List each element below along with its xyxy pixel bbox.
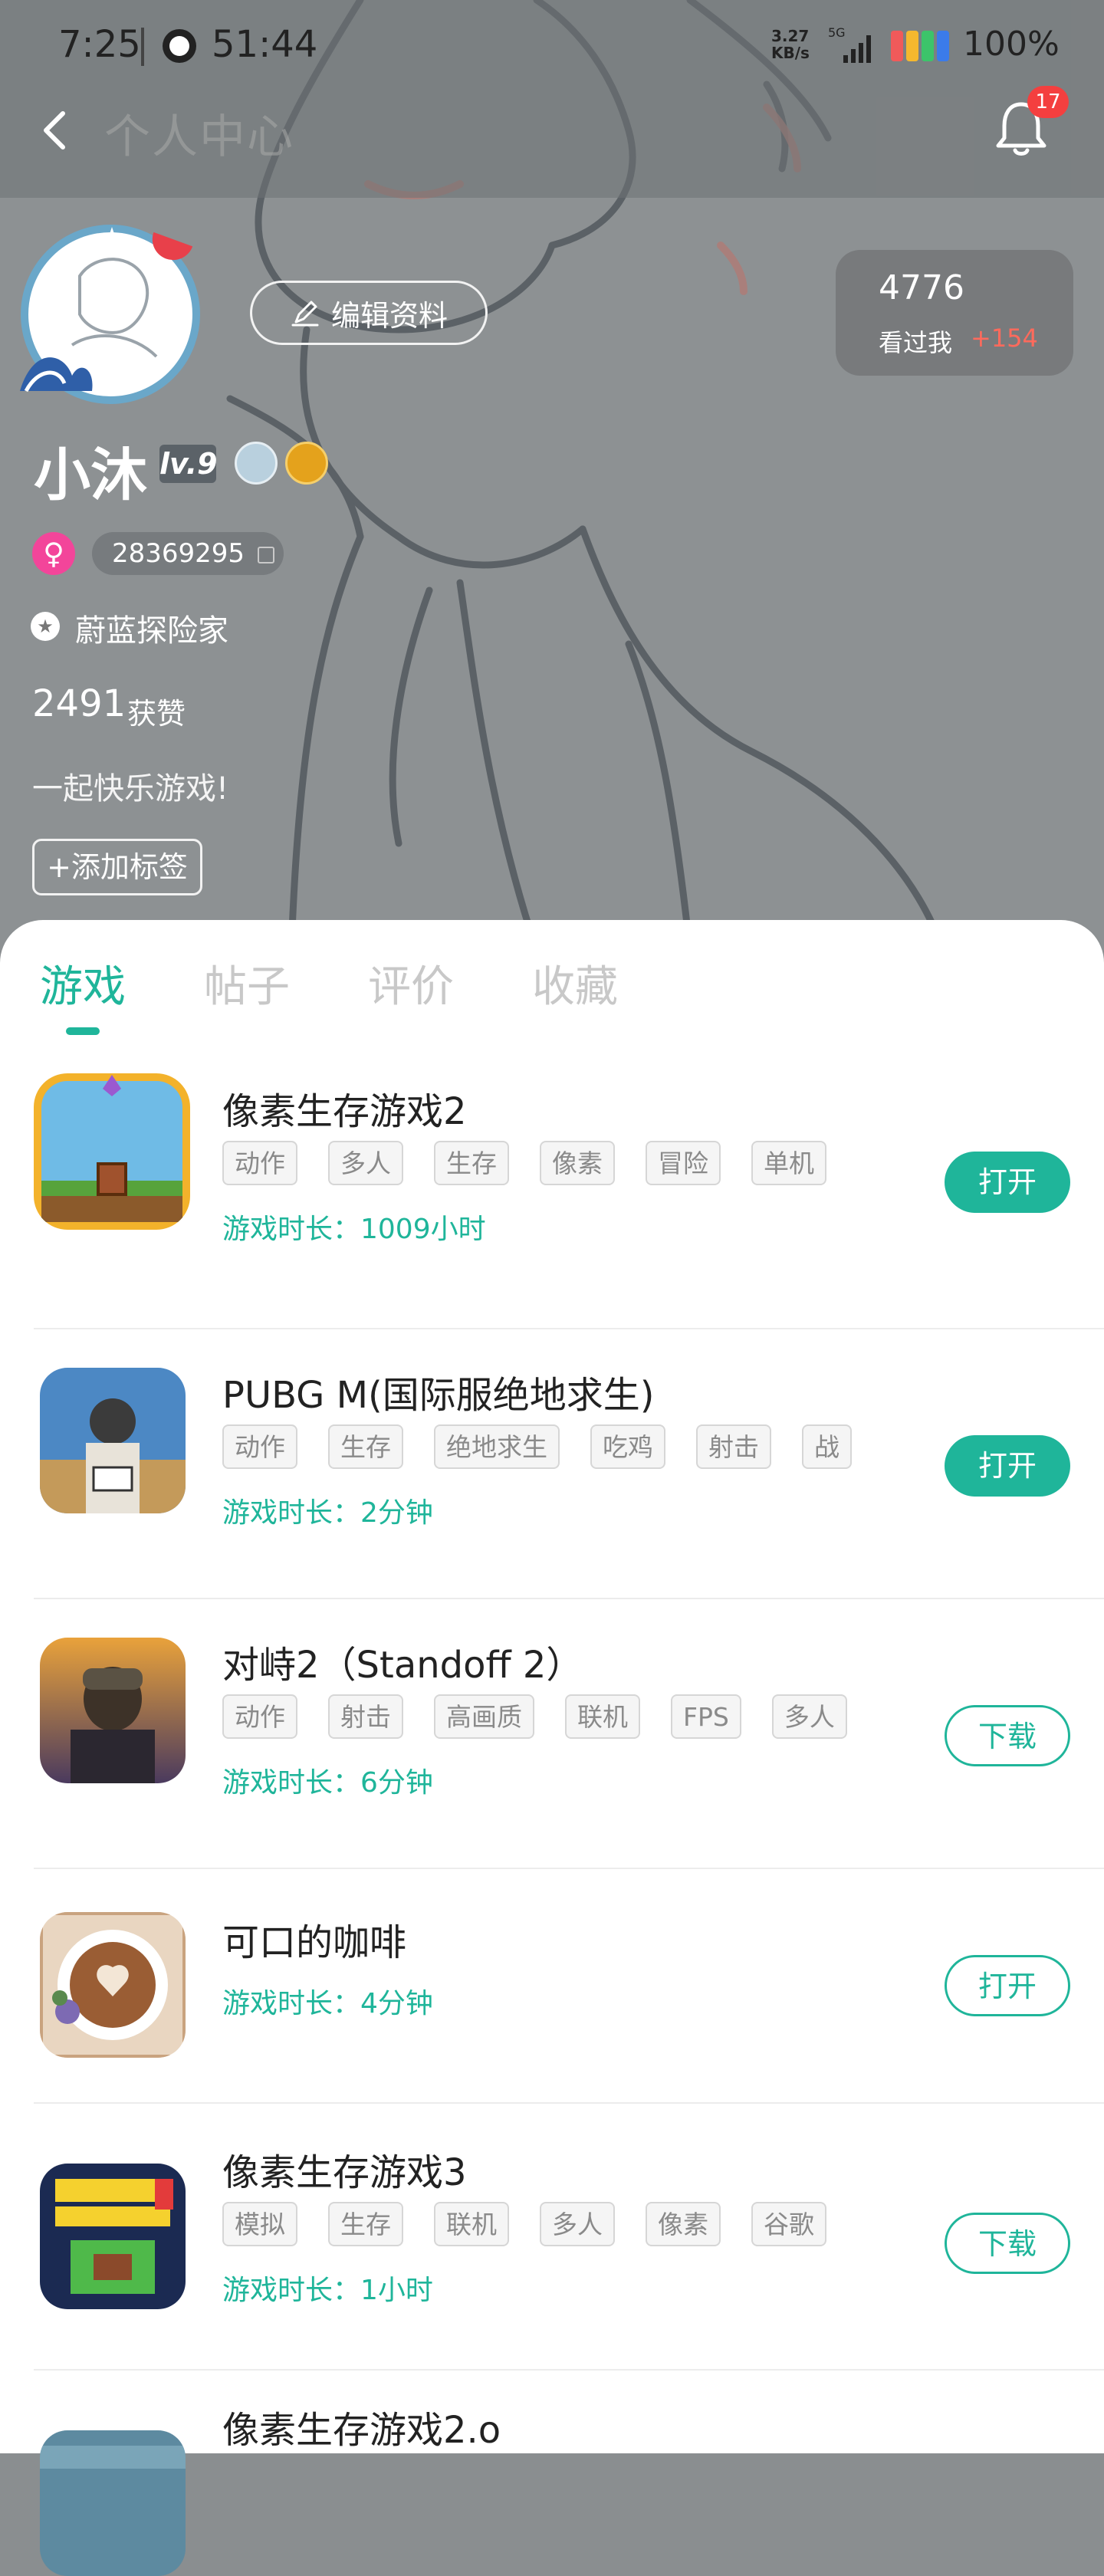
battery-icon bbox=[891, 31, 949, 61]
game-title: 像素生存游戏2 bbox=[222, 1090, 467, 1133]
download-button[interactable]: 下载 bbox=[945, 2213, 1070, 2274]
edit-profile-button[interactable]: 编辑资料 bbox=[250, 281, 488, 345]
game-tag: 动作 bbox=[222, 1424, 297, 1469]
tab-games[interactable]: 游戏 bbox=[40, 952, 126, 1014]
game-tags: 动作 生存 绝地求生 吃鸡 射击 战 bbox=[222, 1424, 852, 1469]
notification-badge: 17 bbox=[1027, 86, 1069, 118]
honor-badge-icon[interactable] bbox=[285, 442, 328, 485]
game-title: 对峙2（Standoff 2） bbox=[222, 1644, 583, 1687]
game-tag: 单机 bbox=[751, 1141, 826, 1185]
game-playtime: 游戏时长：1009小时 bbox=[222, 1214, 486, 1245]
divider bbox=[34, 1598, 1104, 1599]
signal-icon: 5G bbox=[828, 26, 871, 63]
network-speed-value: 3.27 bbox=[771, 27, 810, 45]
bio: 一起快乐游戏! bbox=[32, 771, 229, 807]
network-speed: 3.27 KB/s bbox=[771, 28, 810, 61]
game-tag: 多人 bbox=[328, 1141, 403, 1185]
open-button[interactable]: 打开 bbox=[945, 1435, 1070, 1497]
status-time: 7:25 bbox=[58, 23, 141, 66]
game-title: PUBG M(国际服绝地求生) bbox=[222, 1374, 655, 1417]
divider bbox=[34, 1868, 1104, 1869]
likes-count: 2491 bbox=[32, 682, 127, 725]
username: 小沐 bbox=[34, 442, 147, 508]
standoff-2-icon bbox=[40, 1638, 186, 1783]
female-gender-icon: ♀ bbox=[32, 532, 75, 575]
edit-profile-label: 编辑资料 bbox=[330, 298, 448, 333]
game-tag: 像素 bbox=[646, 2202, 721, 2246]
game-tag: 射击 bbox=[328, 1694, 403, 1739]
game-tag: FPS bbox=[671, 1694, 741, 1739]
rank-title: 蔚蓝探险家 bbox=[75, 613, 228, 649]
tab-favorites[interactable]: 收藏 bbox=[532, 952, 618, 1014]
game-tag: 吃鸡 bbox=[590, 1424, 665, 1469]
edit-pencil-icon bbox=[291, 301, 319, 327]
profile-views-label: 看过我 bbox=[879, 328, 953, 357]
game-tag: 谷歌 bbox=[751, 2202, 826, 2246]
game-tags: 动作 射击 高画质 联机 FPS 多人 bbox=[222, 1694, 847, 1739]
game-tag: 动作 bbox=[222, 1694, 297, 1739]
level-badge: lv.9 bbox=[159, 445, 218, 483]
add-tag-button[interactable]: +添加标签 bbox=[32, 839, 202, 895]
pixel-survival-3-icon bbox=[40, 2164, 186, 2309]
game-title: 可口的咖啡 bbox=[222, 1921, 407, 1964]
star-icon: ★ bbox=[31, 612, 60, 641]
battery-percent: 100% bbox=[963, 25, 1060, 64]
avatar[interactable] bbox=[18, 222, 202, 406]
coffee-icon bbox=[40, 1912, 186, 2058]
pubg-mobile-icon bbox=[40, 1368, 186, 1513]
page-title: 个人中心 bbox=[104, 110, 294, 164]
game-tag: 多人 bbox=[540, 2202, 615, 2246]
status-timer: 51:44 bbox=[212, 23, 318, 66]
back-arrow-icon[interactable] bbox=[35, 107, 74, 153]
network-speed-unit: KB/s bbox=[771, 44, 810, 62]
status-bar: 7:25 51:44 3.27 KB/s 5G 100% bbox=[0, 0, 1104, 100]
content-sheet: 游戏 帖子 评价 收藏 像素生存游戏2 动作 多人 生存 像素 冒险 单机 游戏… bbox=[0, 920, 1104, 2576]
likes-label: 获赞 bbox=[127, 697, 186, 731]
achievement-badge-icon[interactable] bbox=[235, 442, 278, 485]
game-tag: 动作 bbox=[222, 1141, 297, 1185]
user-id[interactable]: 28369295 bbox=[92, 532, 284, 575]
pixel-survival-2o-icon bbox=[40, 2430, 186, 2576]
game-tag: 像素 bbox=[540, 1141, 615, 1185]
game-tag: 联机 bbox=[565, 1694, 640, 1739]
profile-views-count: 4776 bbox=[879, 268, 964, 307]
game-tags: 动作 多人 生存 像素 冒险 单机 bbox=[222, 1141, 826, 1185]
game-tag: 模拟 bbox=[222, 2202, 297, 2246]
divider bbox=[34, 1328, 1104, 1329]
divider bbox=[34, 2102, 1104, 2104]
game-playtime: 游戏时长：4分钟 bbox=[222, 1988, 433, 2019]
network-type: 5G bbox=[828, 26, 846, 40]
game-playtime: 游戏时长：6分钟 bbox=[222, 1767, 433, 1799]
game-tag: 射击 bbox=[696, 1424, 771, 1469]
game-tag: 生存 bbox=[328, 1424, 403, 1469]
tab-reviews[interactable]: 评价 bbox=[368, 952, 454, 1014]
game-tag: 联机 bbox=[434, 2202, 509, 2246]
game-tag: 冒险 bbox=[646, 1141, 721, 1185]
tab-indicator bbox=[66, 1027, 100, 1035]
download-button[interactable]: 下载 bbox=[945, 1705, 1070, 1766]
pixel-survival-2-icon bbox=[34, 1073, 190, 1230]
tab-posts[interactable]: 帖子 bbox=[204, 952, 290, 1014]
open-button[interactable]: 打开 bbox=[945, 1152, 1070, 1213]
status-separator bbox=[141, 28, 144, 66]
game-tag: 多人 bbox=[771, 1694, 847, 1739]
profile-views-delta: +154 bbox=[971, 324, 1038, 353]
user-id-value: 28369295 bbox=[112, 538, 245, 569]
game-playtime: 游戏时长：2分钟 bbox=[222, 1497, 433, 1529]
game-tag: 生存 bbox=[328, 2202, 403, 2246]
profile-views-card[interactable]: 4776 看过我 +154 bbox=[836, 250, 1073, 376]
game-tag: 战 bbox=[802, 1424, 852, 1469]
game-tag: 绝地求生 bbox=[434, 1424, 560, 1469]
game-tags: 模拟 生存 联机 多人 像素 谷歌 bbox=[222, 2202, 826, 2246]
game-title: 像素生存游戏2.o bbox=[222, 2409, 501, 2452]
open-button[interactable]: 打开 bbox=[945, 1955, 1070, 2016]
game-title: 像素生存游戏3 bbox=[222, 2151, 467, 2194]
divider bbox=[34, 2369, 1104, 2371]
game-tag: 生存 bbox=[434, 1141, 509, 1185]
game-playtime: 游戏时长：1小时 bbox=[222, 2275, 433, 2306]
copy-icon[interactable] bbox=[257, 546, 274, 564]
game-tag: 高画质 bbox=[434, 1694, 534, 1739]
timer-icon bbox=[163, 29, 196, 63]
